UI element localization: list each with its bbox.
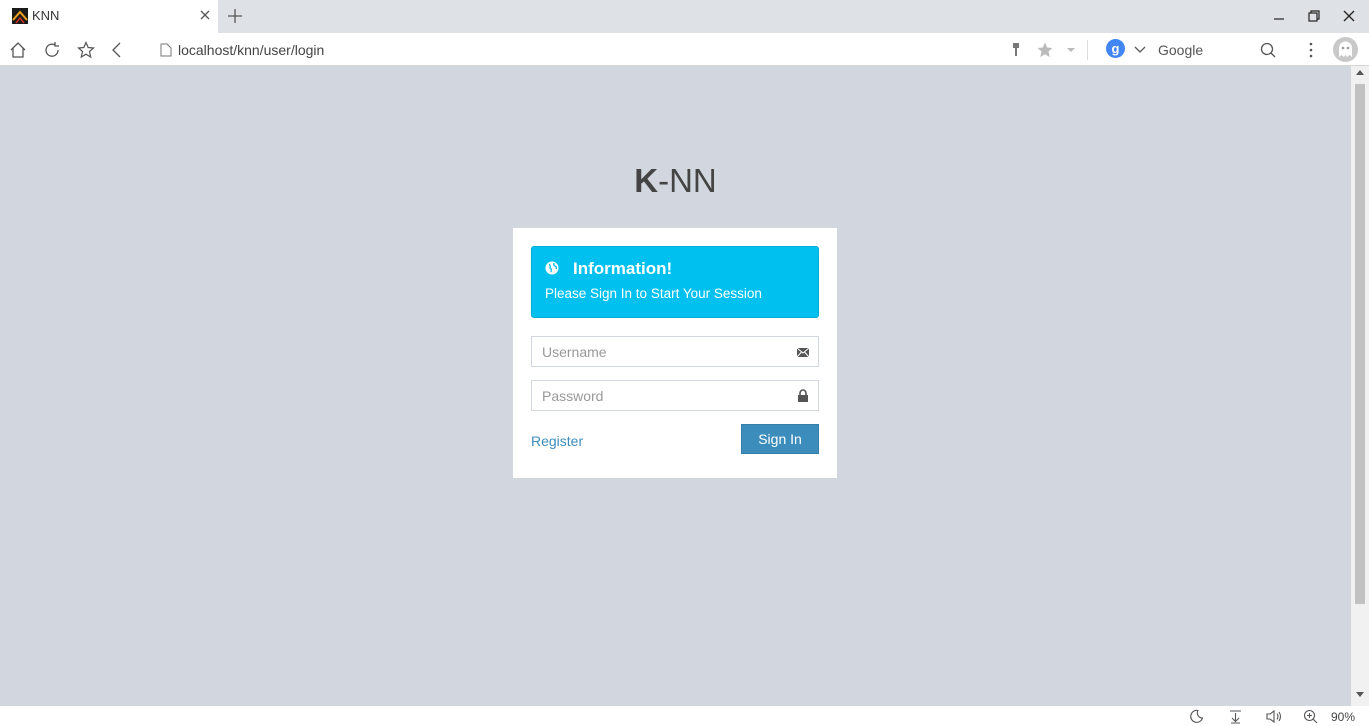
- back-icon[interactable]: [108, 41, 126, 59]
- download-icon[interactable]: [1228, 709, 1243, 724]
- night-mode-moon-icon[interactable]: [1189, 709, 1204, 724]
- browser-toolbar: localhost/knn/user/login g Google: [0, 33, 1369, 66]
- scroll-down-arrow-icon[interactable]: [1356, 692, 1364, 697]
- username-input[interactable]: [532, 337, 818, 366]
- scrollbar-thumb[interactable]: [1355, 84, 1365, 604]
- logo-bold-text: K: [634, 162, 659, 199]
- volume-icon[interactable]: [1266, 709, 1284, 724]
- scroll-up-arrow-icon[interactable]: [1356, 70, 1364, 75]
- zoom-level[interactable]: 90%: [1331, 710, 1355, 724]
- register-link[interactable]: Register: [531, 433, 583, 449]
- profile-avatar[interactable]: [1333, 37, 1358, 62]
- close-window-icon[interactable]: [1342, 9, 1356, 23]
- password-field: [531, 380, 819, 411]
- restore-icon[interactable]: [1307, 9, 1321, 23]
- zoom-in-icon[interactable]: [1303, 709, 1318, 724]
- app-logo: K-NN: [0, 162, 1351, 200]
- sign-in-button[interactable]: Sign In: [741, 424, 819, 454]
- tab-title: KNN: [32, 8, 60, 23]
- page-viewport: K-NN Information! Please Sign In to Star…: [0, 66, 1351, 706]
- search-box[interactable]: Google: [1158, 42, 1203, 58]
- search-icon[interactable]: [1259, 41, 1277, 59]
- envelope-icon: [796, 347, 810, 358]
- ghost-icon: [1339, 41, 1352, 57]
- tools-icon[interactable]: [1008, 42, 1024, 58]
- search-engine-logo-icon[interactable]: g: [1106, 39, 1125, 58]
- minimize-icon[interactable]: [1272, 9, 1286, 23]
- lock-icon: [798, 389, 808, 402]
- home-icon[interactable]: [9, 41, 27, 59]
- password-input[interactable]: [532, 381, 818, 410]
- new-tab-icon[interactable]: [226, 7, 244, 25]
- login-box: Information! Please Sign In to Start You…: [513, 228, 837, 478]
- info-message: Please Sign In to Start Your Session: [545, 286, 762, 301]
- address-bar[interactable]: localhost/knn/user/login: [178, 42, 324, 58]
- reload-icon[interactable]: [43, 41, 61, 59]
- globe-icon: [545, 261, 559, 275]
- status-bar: 90%: [0, 706, 1369, 726]
- bookmark-star-icon[interactable]: [77, 41, 95, 59]
- favorite-star-icon[interactable]: [1036, 41, 1054, 59]
- vertical-scrollbar[interactable]: [1351, 66, 1369, 706]
- info-callout: Information! Please Sign In to Start You…: [531, 246, 819, 318]
- favorites-dropdown-icon[interactable]: [1062, 41, 1080, 59]
- username-field: [531, 336, 819, 367]
- tab-close-icon[interactable]: [198, 8, 212, 22]
- toolbar-divider: [1087, 40, 1088, 60]
- chevron-down-icon[interactable]: [1131, 41, 1149, 59]
- page-info-icon[interactable]: [160, 43, 172, 57]
- tab-strip: KNN: [0, 0, 1369, 33]
- info-title: Information!: [573, 259, 673, 278]
- logo-rest-text: -NN: [658, 162, 717, 199]
- knn-favicon-icon: [12, 8, 28, 24]
- menu-dots-icon[interactable]: [1302, 41, 1320, 59]
- browser-tab[interactable]: KNN: [0, 0, 218, 33]
